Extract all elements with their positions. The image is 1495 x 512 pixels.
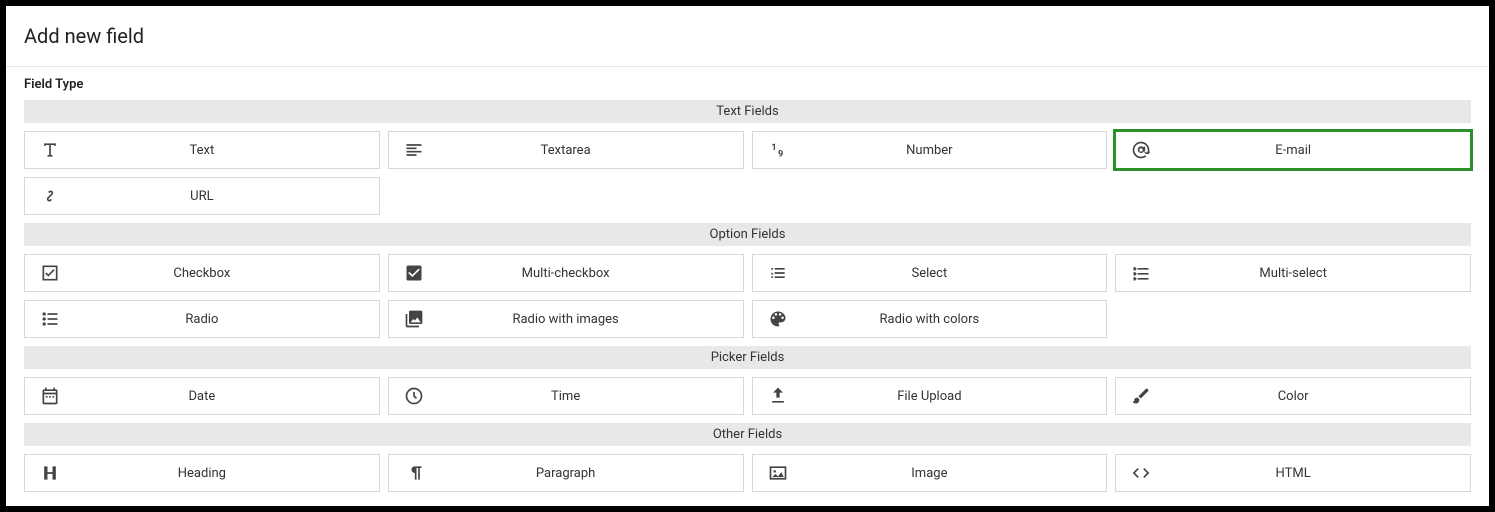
field-type-text[interactable]: Text: [24, 131, 380, 169]
field-type-label-text: Image: [803, 466, 1107, 481]
palette-icon: [753, 309, 803, 329]
field-type-radio-colors[interactable]: Radio with colors: [752, 300, 1108, 338]
field-type-number[interactable]: 19 Number: [752, 131, 1108, 169]
svg-text:1: 1: [771, 143, 776, 153]
group-header-option: Option Fields: [24, 223, 1471, 246]
number-icon: 19: [753, 140, 803, 160]
field-type-label-text: Color: [1166, 389, 1470, 404]
images-icon: [389, 309, 439, 329]
group-header-text: Text Fields: [24, 100, 1471, 123]
heading-icon: [25, 463, 75, 483]
field-type-label-text: HTML: [1166, 466, 1470, 481]
page-title: Add new field: [24, 16, 1471, 66]
field-type-label-text: Multi-select: [1166, 266, 1470, 281]
field-type-radio-images[interactable]: Radio with images: [388, 300, 744, 338]
field-type-time[interactable]: Time: [388, 377, 744, 415]
field-type-label-text: Heading: [75, 466, 379, 481]
calendar-icon: [25, 386, 75, 406]
field-type-multiselect[interactable]: Multi-select: [1115, 254, 1471, 292]
field-type-paragraph[interactable]: Paragraph: [388, 454, 744, 492]
field-type-label-text: Paragraph: [439, 466, 743, 481]
field-type-radio[interactable]: Radio: [24, 300, 380, 338]
select-icon: [753, 263, 803, 283]
field-type-label: Field Type: [24, 67, 1471, 100]
code-icon: [1116, 463, 1166, 483]
paragraph-icon: [389, 463, 439, 483]
field-type-label-text: URL: [75, 189, 379, 204]
image-icon: [753, 463, 803, 483]
field-type-file[interactable]: File Upload: [752, 377, 1108, 415]
field-type-label-text: Checkbox: [75, 266, 379, 281]
multiselect-icon: [1116, 263, 1166, 283]
field-type-checkbox[interactable]: Checkbox: [24, 254, 380, 292]
field-type-image[interactable]: Image: [752, 454, 1108, 492]
multicheckbox-icon: [389, 263, 439, 283]
field-type-label-text: Number: [803, 143, 1107, 158]
field-type-email[interactable]: E-mail: [1115, 131, 1471, 169]
field-type-html[interactable]: HTML: [1115, 454, 1471, 492]
group-header-picker: Picker Fields: [24, 346, 1471, 369]
link-icon: [25, 186, 75, 206]
field-type-heading[interactable]: Heading: [24, 454, 380, 492]
svg-text:9: 9: [778, 150, 783, 160]
textarea-icon: [389, 140, 439, 160]
brush-icon: [1116, 386, 1166, 406]
field-type-select[interactable]: Select: [752, 254, 1108, 292]
field-type-multicheckbox[interactable]: Multi-checkbox: [388, 254, 744, 292]
field-type-label-text: Textarea: [439, 143, 743, 158]
field-type-label-text: Text: [75, 143, 379, 158]
checkbox-icon: [25, 263, 75, 283]
radio-list-icon: [25, 309, 75, 329]
field-type-label-text: Time: [439, 389, 743, 404]
group-header-other: Other Fields: [24, 423, 1471, 446]
field-type-label-text: File Upload: [803, 389, 1107, 404]
clock-icon: [389, 386, 439, 406]
field-type-label-text: Radio with images: [439, 312, 743, 327]
upload-icon: [753, 386, 803, 406]
at-icon: [1116, 140, 1166, 160]
field-type-label-text: Select: [803, 266, 1107, 281]
field-type-label-text: E-mail: [1166, 143, 1470, 158]
field-type-label-text: Radio: [75, 312, 379, 327]
field-type-url[interactable]: URL: [24, 177, 380, 215]
field-type-date[interactable]: Date: [24, 377, 380, 415]
text-icon: [25, 140, 75, 160]
field-type-label-text: Date: [75, 389, 379, 404]
field-type-label-text: Radio with colors: [803, 312, 1107, 327]
field-type-color[interactable]: Color: [1115, 377, 1471, 415]
field-type-label-text: Multi-checkbox: [439, 266, 743, 281]
field-type-textarea[interactable]: Textarea: [388, 131, 744, 169]
